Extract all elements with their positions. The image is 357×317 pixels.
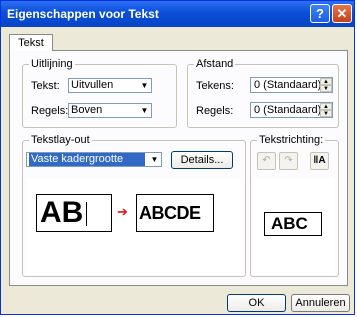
spin-down-icon[interactable]: ▼ — [320, 110, 332, 117]
uitlijning-legend: Uitlijning — [29, 58, 75, 70]
tekens-spin-buttons[interactable]: ▲ ▼ — [320, 78, 332, 92]
afstand-legend: Afstand — [194, 58, 236, 70]
chevron-down-icon[interactable]: ▼ — [138, 104, 151, 117]
preview-text-left: AB — [40, 196, 84, 229]
tekens-value: 0 (Standaard) — [254, 79, 322, 91]
chevron-down-icon[interactable]: ▼ — [138, 79, 151, 92]
preview-box-left: AB — [36, 194, 112, 232]
chevron-down-icon[interactable]: ▼ — [148, 153, 161, 166]
tab-panel: Uitlijning Tekst: Uitvullen ▼ Regels: Bo… — [9, 50, 348, 286]
vertical-text-icon[interactable]: ‖A — [310, 152, 329, 170]
rotate-left-icon[interactable]: ↶ — [257, 152, 276, 170]
layout-preview: AB ➔ ABCDE — [26, 179, 243, 275]
tekstlayout-group: Tekstlay-out Vaste kadergrootte ▼ Detail… — [22, 134, 246, 277]
preview-box-right: ABCDE — [136, 194, 214, 232]
regels-alignment-value: Boven — [71, 104, 103, 116]
layout-mode-select[interactable]: Vaste kadergrootte ▼ — [26, 152, 162, 167]
regels-spacing-label: Regels: — [196, 105, 234, 117]
arrow-right-icon: ➔ — [117, 204, 128, 219]
regels-alignment-select[interactable]: Boven ▼ — [68, 103, 152, 118]
rotate-right-icon[interactable]: ↷ — [279, 152, 298, 170]
tab-tekst[interactable]: Tekst — [9, 34, 53, 51]
tekstrichting-group: Tekstrichting: ↶ ↷ ‖A ABC — [250, 134, 339, 277]
tekst-label: Tekst: — [31, 80, 60, 92]
regels-label: Regels: — [31, 105, 69, 117]
direction-preview-text: ABC — [271, 214, 308, 233]
regels-spin-buttons[interactable]: ▲ ▼ — [320, 103, 332, 117]
tekstrichting-legend: Tekstrichting: — [257, 134, 326, 146]
tekstlayout-legend: Tekstlay-out — [29, 134, 92, 146]
details-button[interactable]: Details... — [171, 151, 233, 169]
tekst-alignment-value: Uitvullen — [71, 79, 114, 91]
spin-up-icon[interactable]: ▲ — [320, 78, 332, 85]
uitlijning-group: Uitlijning Tekst: Uitvullen ▼ Regels: Bo… — [22, 58, 177, 128]
regels-spinner[interactable]: 0 (Standaard) ▲ ▼ — [250, 102, 333, 118]
close-button[interactable]: ✕ — [332, 4, 352, 23]
direction-preview: ABC — [254, 179, 335, 275]
tekens-spinner[interactable]: 0 (Standaard) ▲ ▼ — [250, 77, 333, 93]
spin-up-icon[interactable]: ▲ — [320, 103, 332, 110]
regels-spacing-value: 0 (Standaard) — [254, 104, 322, 116]
tekens-label: Tekens: — [196, 80, 234, 92]
ok-button[interactable]: OK — [227, 294, 286, 312]
title-bar[interactable]: Eigenschappen voor Tekst ? ✕ — [1, 1, 354, 27]
afstand-group: Afstand Tekens: 0 (Standaard) ▲ ▼ Regels… — [187, 58, 339, 128]
help-button[interactable]: ? — [310, 4, 330, 23]
cancel-button[interactable]: Annuleren — [291, 294, 350, 312]
text-cursor — [86, 202, 87, 226]
spin-down-icon[interactable]: ▼ — [320, 85, 332, 92]
dialog-window: Eigenschappen voor Tekst ? ✕ Tekst Uitli… — [0, 0, 355, 315]
dialog-title: Eigenschappen voor Tekst — [7, 7, 159, 21]
tekst-alignment-select[interactable]: Uitvullen ▼ — [68, 78, 152, 93]
direction-preview-box: ABC — [264, 212, 322, 236]
preview-text-right: ABCDE — [139, 203, 201, 223]
layout-mode-value: Vaste kadergrootte — [29, 153, 145, 166]
